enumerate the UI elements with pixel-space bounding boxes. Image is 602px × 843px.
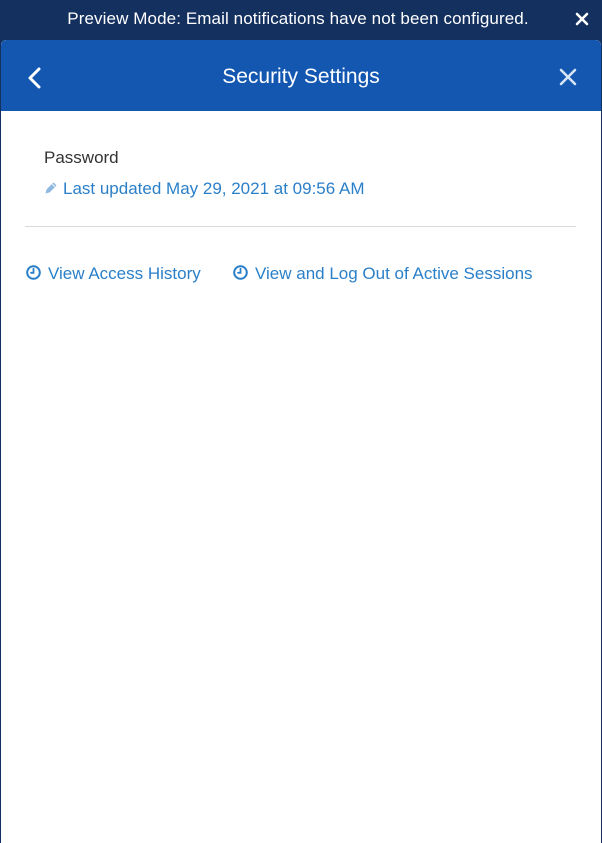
security-settings-dialog: Security Settings Password Last updated … (1, 40, 601, 843)
banner-message: Preview Mode: Email notifications have n… (67, 9, 529, 28)
clock-icon (233, 265, 248, 280)
divider (25, 226, 576, 227)
password-updated-text: Last updated May 29, 2021 at 09:56 AM (63, 179, 365, 198)
active-sessions-label: View and Log Out of Active Sessions (255, 264, 533, 283)
view-active-sessions-link[interactable]: View and Log Out of Active Sessions (233, 264, 533, 284)
dialog-header: Security Settings (1, 40, 601, 111)
preview-banner: Preview Mode: Email notifications have n… (0, 0, 602, 40)
view-access-history-link[interactable]: View Access History (26, 264, 201, 284)
banner-close-icon[interactable] (574, 11, 590, 27)
password-update-link[interactable]: Last updated May 29, 2021 at 09:56 AM (44, 179, 365, 199)
access-history-label: View Access History (48, 264, 201, 283)
dialog-title: Security Settings (222, 65, 380, 88)
pencil-icon (44, 180, 58, 194)
password-label: Password (44, 148, 119, 167)
clock-icon (26, 265, 41, 280)
dialog-close-icon[interactable] (559, 68, 577, 86)
